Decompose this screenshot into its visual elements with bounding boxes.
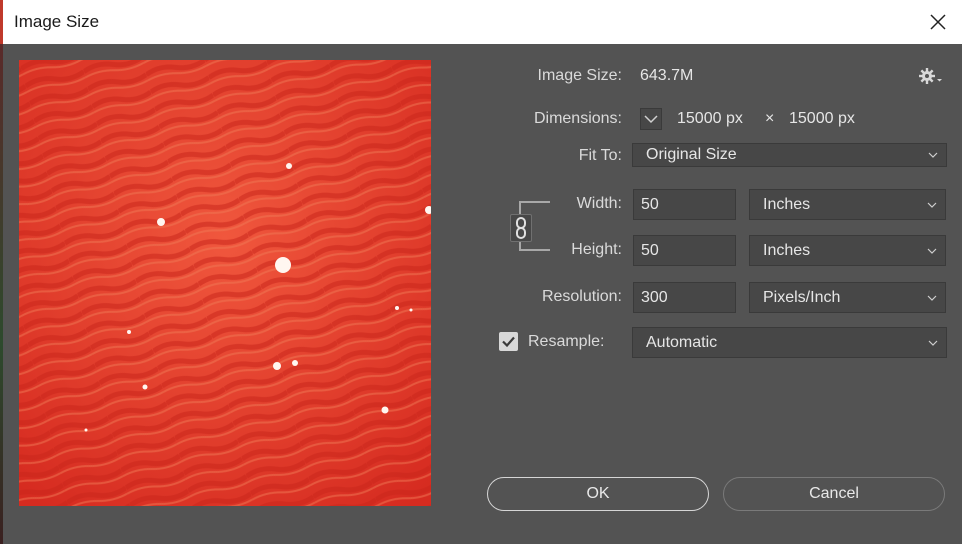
cancel-button[interactable]: Cancel [723, 477, 945, 511]
chevron-down-icon [927, 202, 937, 208]
gear-icon [919, 68, 942, 84]
check-icon [502, 336, 515, 348]
preview-image [19, 60, 431, 506]
chevron-down-icon [927, 295, 937, 301]
width-unit-value: Inches [763, 195, 811, 213]
height-value: 50 [641, 241, 659, 259]
fit-to-value: Original Size [646, 146, 737, 163]
background-window-edge [0, 44, 3, 544]
link-icon [516, 217, 526, 239]
chevron-down-icon [928, 340, 938, 346]
chevron-down-icon [644, 115, 658, 124]
chevron-down-icon [928, 152, 938, 158]
image-size-label: Image Size: [537, 67, 622, 84]
height-label: Height: [571, 241, 622, 258]
dimensions-height-value: 15000 px [789, 110, 855, 127]
height-input[interactable]: 50 [633, 235, 736, 266]
ok-button[interactable]: OK [487, 477, 709, 511]
dimensions-units-dropdown[interactable] [640, 108, 662, 130]
dimensions-width-value: 15000 px [677, 110, 743, 127]
resolution-unit-value: Pixels/Inch [763, 288, 841, 306]
dimensions-times-sign: × [765, 110, 775, 127]
dimensions-label: Dimensions: [533, 110, 622, 127]
chevron-down-icon [927, 248, 937, 254]
window-title: Image Size [14, 12, 100, 31]
height-unit-dropdown[interactable]: Inches [749, 235, 946, 266]
width-label: Width: [576, 195, 622, 212]
image-size-dialog: Image Size Image Size: 643.7M Dimensions… [0, 0, 962, 544]
title-accent [0, 0, 3, 44]
resample-method-value: Automatic [646, 333, 718, 351]
constrain-proportions-button[interactable] [510, 214, 532, 242]
title-bar: Image Size [0, 0, 962, 44]
close-button[interactable] [926, 10, 950, 34]
settings-gear-button[interactable] [918, 66, 944, 86]
image-size-value: 643.7M [640, 67, 694, 84]
width-input[interactable]: 50 [633, 189, 736, 220]
resolution-value: 300 [641, 288, 668, 306]
resolution-unit-dropdown[interactable]: Pixels/Inch [749, 282, 946, 313]
resolution-label: Resolution: [541, 288, 622, 305]
close-icon [930, 14, 946, 30]
image-preview[interactable] [19, 60, 431, 506]
resample-method-dropdown[interactable]: Automatic [632, 327, 947, 358]
width-unit-dropdown[interactable]: Inches [749, 189, 946, 220]
width-value: 50 [641, 195, 659, 213]
height-unit-value: Inches [763, 241, 811, 259]
resample-label: Resample: [528, 333, 605, 350]
resample-checkbox[interactable] [499, 332, 518, 351]
resolution-input[interactable]: 300 [633, 282, 736, 313]
fit-to-dropdown[interactable]: Original Size [632, 143, 947, 167]
fit-to-label: Fit To: [578, 147, 622, 164]
